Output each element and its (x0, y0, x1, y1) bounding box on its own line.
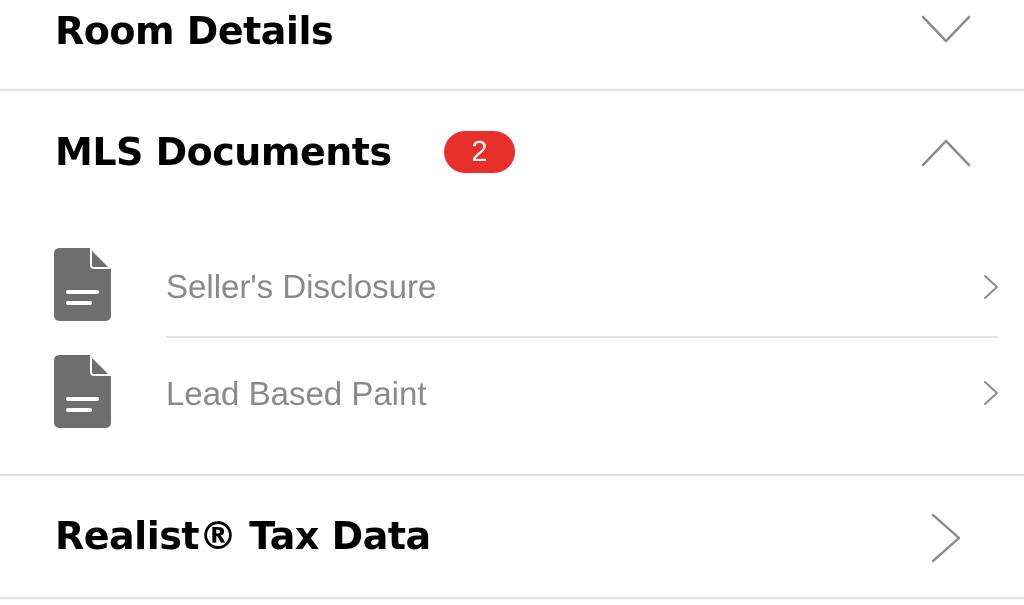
chevron-up-icon[interactable] (921, 138, 971, 168)
chevron-down-icon[interactable] (921, 14, 971, 44)
document-icon (54, 355, 111, 428)
document-row-sellers-disclosure[interactable]: Seller's Disclosure (0, 236, 1024, 336)
realist-tax-data-header[interactable]: Realist® Tax Data (0, 476, 1024, 596)
room-details-title: Room Details (55, 9, 334, 53)
chevron-right-icon (984, 381, 998, 405)
chevron-right-icon (984, 275, 998, 299)
document-row-lead-based-paint[interactable]: Lead Based Paint (0, 344, 1024, 444)
property-detail-screen: Room Details MLS Documents 2 Seller's Di… (0, 0, 1024, 605)
realist-tax-data-title: Realist® Tax Data (55, 514, 431, 558)
document-icon (54, 248, 111, 321)
document-label: Seller's Disclosure (166, 268, 437, 305)
document-divider (166, 336, 998, 338)
section-divider (0, 597, 1024, 599)
mls-documents-title: MLS Documents (55, 130, 392, 174)
chevron-right-icon[interactable] (930, 513, 962, 563)
room-details-header[interactable]: Room Details (0, 0, 1024, 90)
document-label: Lead Based Paint (166, 375, 427, 412)
document-count-badge: 2 (444, 131, 515, 173)
